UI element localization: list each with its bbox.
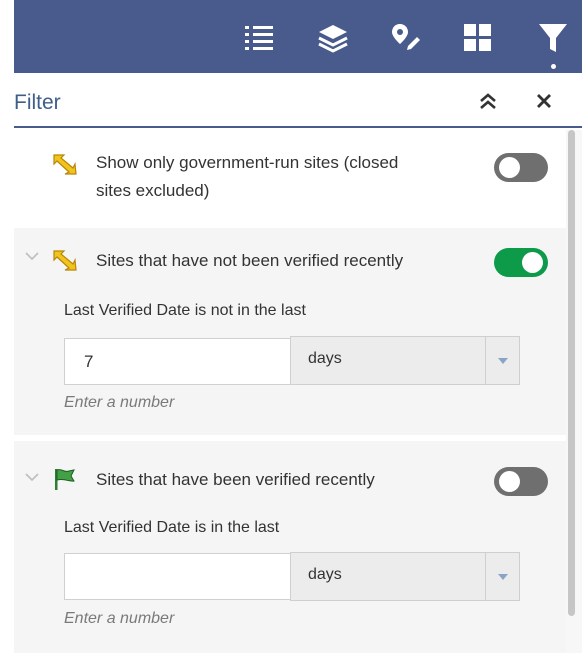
toggle-knob — [499, 157, 520, 178]
filter-icon[interactable] — [533, 18, 573, 58]
yellow-arrow-icon — [52, 248, 78, 272]
close-icon[interactable] — [528, 85, 560, 117]
scrollbar[interactable] — [566, 130, 582, 653]
toggle-knob — [499, 471, 520, 492]
filter-label: Sites that have been verified recently — [96, 470, 375, 489]
number-input[interactable] — [64, 553, 292, 600]
filter-list: Show only government-run sites (closed s… — [14, 130, 566, 653]
filter-label-line2: sites excluded) — [96, 181, 210, 200]
filter-toggle-government-sites[interactable] — [494, 153, 548, 182]
chevron-down-icon[interactable] — [24, 469, 40, 485]
expression-label: Last Verified Date is in the last — [64, 519, 280, 536]
input-hint: Enter a number — [64, 610, 175, 627]
green-flag-icon — [52, 467, 78, 491]
unit-select-value: days — [308, 350, 342, 367]
scrollbar-thumb[interactable] — [568, 130, 575, 616]
widget-toolbar — [14, 0, 582, 73]
input-hint: Enter a number — [64, 394, 175, 411]
unit-select[interactable]: days — [290, 336, 520, 385]
panel-title: Filter — [14, 91, 61, 114]
number-input[interactable] — [64, 338, 292, 385]
double-chevron-up-icon[interactable] — [472, 85, 504, 117]
panel-header: Filter — [14, 73, 582, 128]
filter-label: Sites that have not been verified recent… — [96, 251, 404, 270]
list-icon[interactable] — [239, 18, 279, 58]
filter-item-not-verified: Sites that have not been verified recent… — [14, 228, 566, 435]
active-indicator — [551, 64, 556, 69]
draw-icon[interactable] — [386, 18, 426, 58]
yellow-arrow-icon — [52, 152, 78, 176]
filter-item-government-sites: Show only government-run sites (closed s… — [14, 130, 566, 226]
grid-icon[interactable] — [458, 18, 498, 58]
chevron-down-icon[interactable] — [24, 248, 40, 264]
filter-item-verified-recently: Sites that have been verified recently L… — [14, 441, 566, 653]
layers-icon[interactable] — [313, 18, 353, 58]
filter-toggle-verified-recently[interactable] — [494, 467, 548, 496]
unit-select[interactable]: days — [290, 552, 520, 601]
dropdown-arrow-icon — [485, 553, 519, 600]
dropdown-arrow-icon — [485, 337, 519, 384]
expression-label: Last Verified Date is not in the last — [64, 302, 306, 319]
toggle-knob — [522, 252, 543, 273]
filter-label-line1: Show only government-run sites (closed — [96, 153, 399, 172]
unit-select-value: days — [308, 566, 342, 583]
filter-toggle-not-verified[interactable] — [494, 248, 548, 277]
